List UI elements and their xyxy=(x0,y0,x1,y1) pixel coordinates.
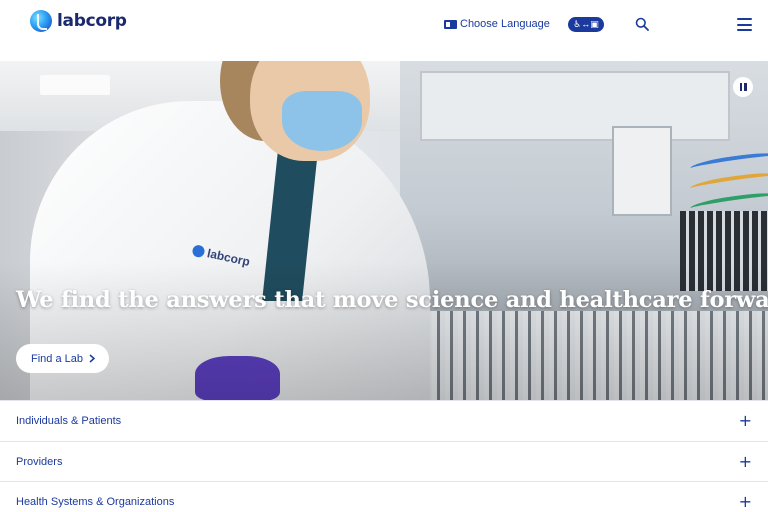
face-mask xyxy=(282,91,362,151)
site-header: labcorp Choose Language ♿↔▣ xyxy=(0,0,768,61)
hamburger-menu-icon[interactable] xyxy=(737,18,752,31)
plus-icon[interactable]: + xyxy=(739,494,752,510)
accordion-label: Individuals & Patients xyxy=(16,415,122,427)
hero-banner: labcorp xyxy=(0,61,768,400)
search-icon[interactable] xyxy=(635,17,649,31)
chevron-right-icon xyxy=(89,354,95,363)
accordion-label: Health Systems & Organizations xyxy=(16,496,175,508)
language-icon xyxy=(444,19,457,29)
labcorp-logo[interactable]: labcorp xyxy=(30,10,127,32)
pause-icon xyxy=(739,83,742,91)
pause-video-button[interactable] xyxy=(733,77,753,97)
accordion-individuals-patients[interactable]: Individuals & Patients + xyxy=(0,400,768,441)
accessibility-icon: ♿↔▣ xyxy=(573,19,599,29)
hero-headline: We find the answers that move science an… xyxy=(16,287,768,313)
accordion-health-systems[interactable]: Health Systems & Organizations + xyxy=(0,481,768,512)
accessibility-button[interactable]: ♿↔▣ xyxy=(568,17,604,32)
badge-logo-icon xyxy=(191,244,206,259)
plus-icon[interactable]: + xyxy=(739,413,752,429)
logo-text: labcorp xyxy=(57,11,127,31)
accordion-label: Providers xyxy=(16,456,63,468)
logo-mark-icon xyxy=(30,10,52,32)
choose-language-button[interactable]: Choose Language xyxy=(444,18,550,30)
plus-icon[interactable]: + xyxy=(739,454,752,470)
find-a-lab-button[interactable]: Find a Lab xyxy=(16,344,109,373)
find-a-lab-label: Find a Lab xyxy=(31,352,83,365)
choose-language-label: Choose Language xyxy=(460,18,550,30)
accordion-providers[interactable]: Providers + xyxy=(0,441,768,482)
